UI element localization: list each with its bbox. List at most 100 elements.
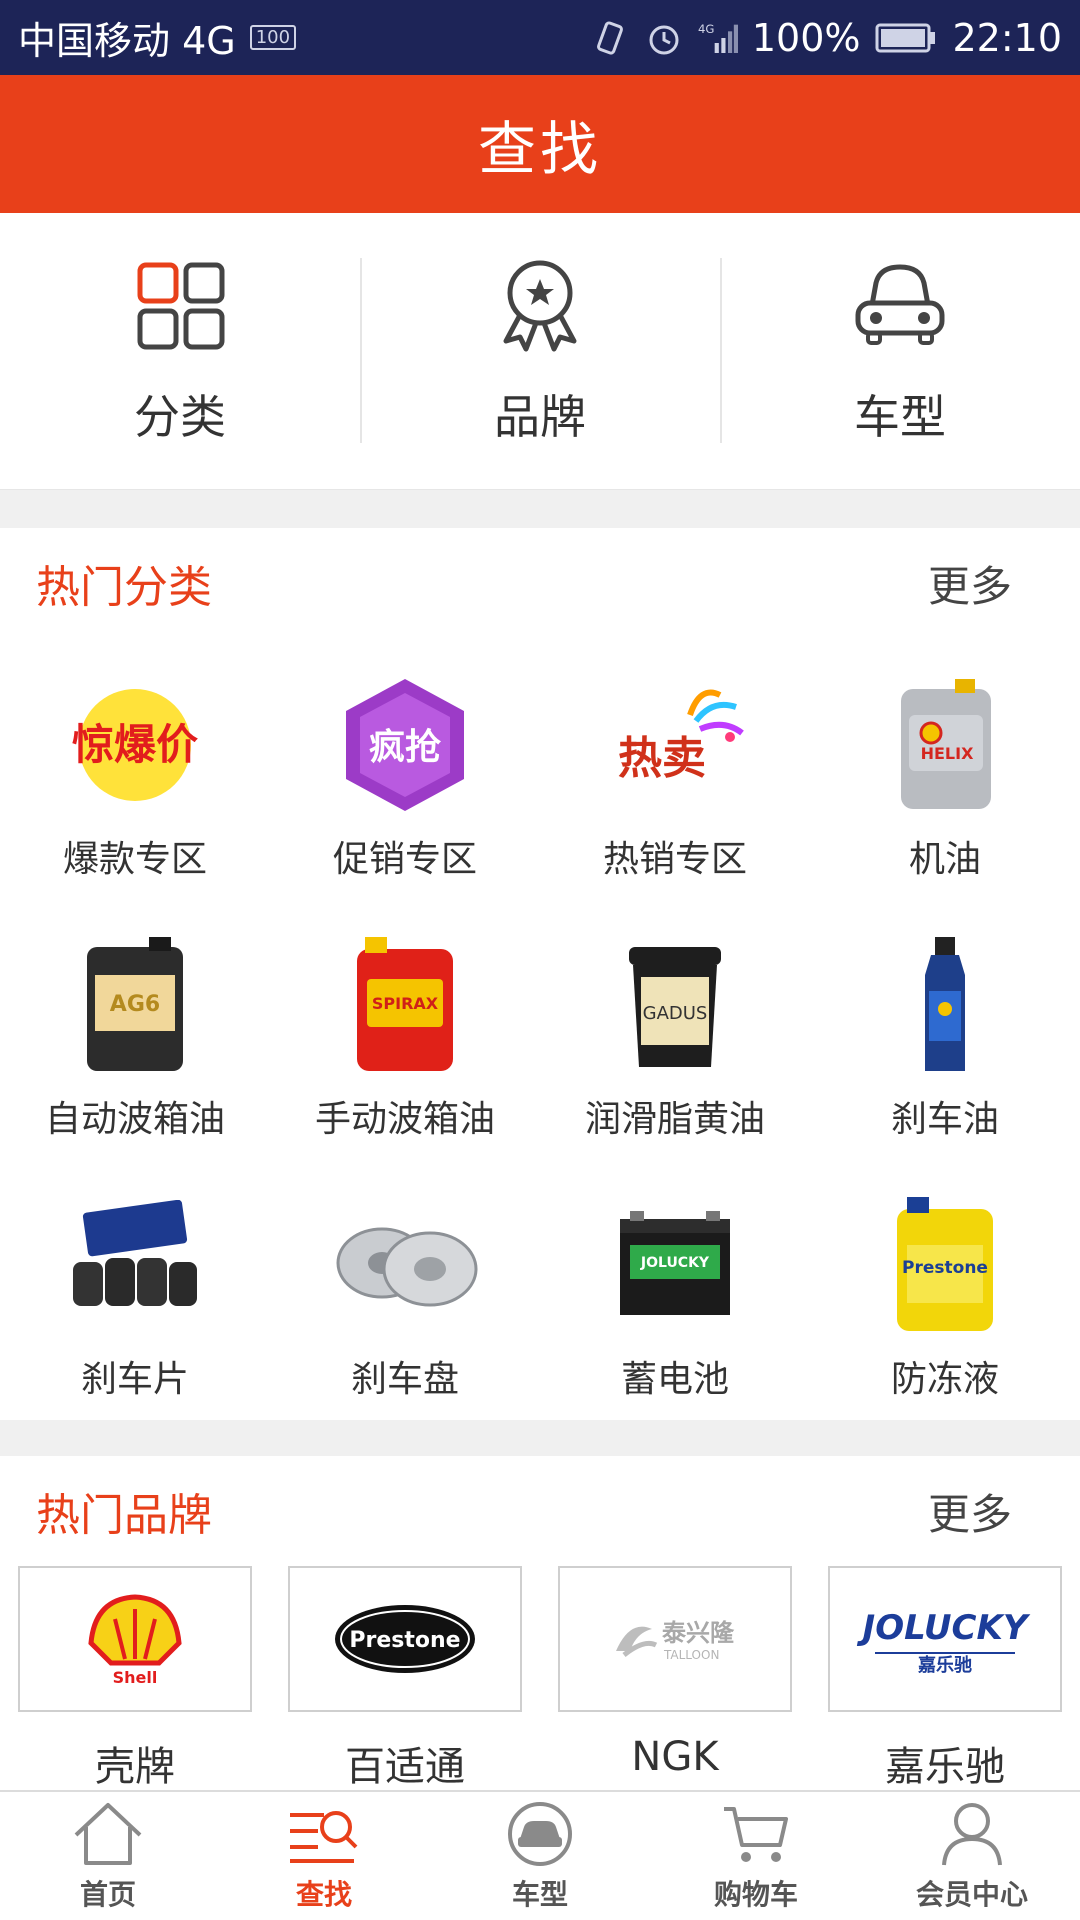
- user-icon: [942, 1803, 1002, 1866]
- svg-text:4G: 4G: [698, 22, 714, 36]
- category-label: 刹车油: [890, 1099, 999, 1140]
- tab-car-model[interactable]: 车型: [432, 1792, 648, 1920]
- brand-item[interactable]: Prestone 百适通: [270, 1566, 540, 1791]
- svg-text:JOLUCKY: JOLUCKY: [640, 1255, 710, 1271]
- svg-text:疯抢: 疯抢: [369, 726, 442, 768]
- category-label: 刹车盘: [350, 1359, 459, 1400]
- battery-percent: 100%: [751, 15, 861, 60]
- hot-deal-badge-icon: 惊爆价: [60, 670, 210, 820]
- quick-nav-label: 分类: [134, 390, 226, 444]
- category-item[interactable]: GADUS 润滑脂黄油: [540, 900, 810, 1160]
- bottom-tab-bar: 首页 查找 车型 购物车 会员中心: [0, 1790, 1080, 1920]
- quick-nav-car-model[interactable]: 车型: [720, 213, 1080, 489]
- svg-text:Prestone: Prestone: [902, 1258, 988, 1278]
- title-bar: 查找: [0, 75, 1080, 213]
- category-label: 刹车片: [80, 1359, 189, 1400]
- category-item[interactable]: 热卖 热销专区: [540, 640, 810, 900]
- antifreeze-jug-icon: Prestone: [870, 1190, 1020, 1340]
- category-item[interactable]: SPIRAX 手动波箱油: [270, 900, 540, 1160]
- vibrate-icon: [590, 18, 630, 58]
- home-icon: [74, 1803, 142, 1865]
- more-link[interactable]: 更多: [928, 553, 1012, 614]
- tab-label: 会员中心: [915, 1878, 1028, 1911]
- quick-nav-category[interactable]: 分类: [0, 213, 360, 489]
- category-label: 爆款专区: [62, 839, 207, 880]
- category-item[interactable]: 刹车片: [0, 1160, 270, 1420]
- tab-label: 首页: [79, 1878, 136, 1911]
- gear-oil-jug-icon: SPIRAX: [330, 930, 480, 1080]
- quick-nav-label: 品牌: [494, 390, 586, 444]
- tab-label: 查找: [295, 1878, 352, 1911]
- brand-logo-box: JOLUCKY 嘉乐驰: [828, 1566, 1062, 1712]
- svg-text:泰兴隆: 泰兴隆: [662, 1619, 735, 1647]
- prestone-logo-icon: Prestone: [335, 1605, 475, 1673]
- category-item[interactable]: AG6 自动波箱油: [0, 900, 270, 1160]
- brand-item[interactable]: Shell 壳牌: [0, 1566, 270, 1791]
- quick-nav-label: 车型: [854, 390, 946, 444]
- category-item[interactable]: HELIX 机油: [810, 640, 1080, 900]
- category-grid: 惊爆价 爆款专区 疯抢 促销专区 热卖 热销专区 HELIX 机油 AG6 自动…: [0, 640, 1080, 1420]
- category-label: 机油: [908, 839, 981, 880]
- section-divider: [0, 1420, 1080, 1456]
- shell-logo-icon: Shell: [88, 1594, 182, 1687]
- brand-item[interactable]: JOLUCKY 嘉乐驰 嘉乐驰: [810, 1566, 1080, 1791]
- tab-home[interactable]: 首页: [0, 1792, 216, 1920]
- hot-sale-icon: 热卖: [600, 670, 750, 820]
- grease-bucket-icon: GADUS: [600, 930, 750, 1080]
- svg-text:JOLUCKY: JOLUCKY: [857, 1608, 1031, 1648]
- section-title: 热门品牌: [36, 1490, 212, 1541]
- category-label: 手动波箱油: [314, 1099, 495, 1140]
- tab-member-center[interactable]: 会员中心: [864, 1792, 1080, 1920]
- hot-brands-header: 热门品牌 更多: [0, 1456, 1080, 1566]
- sim-battery-indicator: 100: [249, 25, 297, 50]
- category-item[interactable]: 疯抢 促销专区: [270, 640, 540, 900]
- car-icon: [855, 264, 945, 345]
- svg-text:Prestone: Prestone: [349, 1628, 460, 1653]
- category-item[interactable]: Prestone 防冻液: [810, 1160, 1080, 1420]
- section-title: 热门分类: [36, 562, 212, 613]
- status-bar: 中国移动 4G 100 4G 100% 22:10: [0, 0, 1080, 75]
- brand-name: 壳牌: [95, 1744, 175, 1790]
- brake-pads-icon: [60, 1190, 210, 1340]
- category-item[interactable]: JOLUCKY 蓄电池: [540, 1160, 810, 1420]
- brand-name: 嘉乐驰: [885, 1744, 1005, 1790]
- category-item[interactable]: 刹车盘: [270, 1160, 540, 1420]
- tab-search[interactable]: 查找: [216, 1792, 432, 1920]
- brand-logo-box: Shell: [18, 1566, 252, 1712]
- category-label: 防冻液: [890, 1359, 999, 1400]
- brand-row: Shell 壳牌 Prestone 百适通 泰兴隆 TALLOON NGK JO…: [0, 1566, 1080, 1791]
- tab-label: 车型: [511, 1878, 568, 1911]
- engine-oil-jug-icon: HELIX: [870, 670, 1020, 820]
- svg-text:TALLOON: TALLOON: [663, 1648, 719, 1662]
- more-link[interactable]: 更多: [928, 1481, 1012, 1542]
- brand-item[interactable]: 泰兴隆 TALLOON NGK: [540, 1566, 810, 1791]
- category-item[interactable]: 刹车油: [810, 900, 1080, 1160]
- brand-name: NGK: [631, 1734, 719, 1780]
- promo-hexagon-icon: 疯抢: [330, 670, 480, 820]
- svg-text:GADUS: GADUS: [643, 1003, 708, 1024]
- category-label: 蓄电池: [620, 1359, 729, 1400]
- car-battery-icon: JOLUCKY: [600, 1190, 750, 1340]
- award-icon: [503, 260, 577, 352]
- tab-label: 购物车: [713, 1878, 798, 1911]
- svg-text:HELIX: HELIX: [921, 744, 974, 763]
- battery-icon: [874, 18, 938, 58]
- brand-name: 百适通: [345, 1744, 465, 1790]
- car-circle-icon: [508, 1802, 572, 1866]
- cart-icon: [724, 1807, 788, 1862]
- category-label: 润滑脂黄油: [584, 1099, 765, 1140]
- svg-text:热卖: 热卖: [618, 733, 706, 784]
- grid-icon: [137, 262, 225, 350]
- category-label: 热销专区: [602, 839, 747, 880]
- tab-cart[interactable]: 购物车: [648, 1792, 864, 1920]
- svg-text:Shell: Shell: [113, 1668, 158, 1687]
- quick-nav-brand[interactable]: 品牌: [360, 213, 720, 489]
- clock-time: 22:10: [952, 15, 1062, 60]
- category-label: 促销专区: [332, 839, 477, 880]
- brand-logo-box: 泰兴隆 TALLOON: [558, 1566, 792, 1712]
- quick-nav: 分类 品牌 车型: [0, 213, 1080, 490]
- brake-disc-icon: [330, 1190, 480, 1340]
- alarm-icon: [644, 18, 684, 58]
- svg-text:AG6: AG6: [110, 992, 160, 1017]
- category-item[interactable]: 惊爆价 爆款专区: [0, 640, 270, 900]
